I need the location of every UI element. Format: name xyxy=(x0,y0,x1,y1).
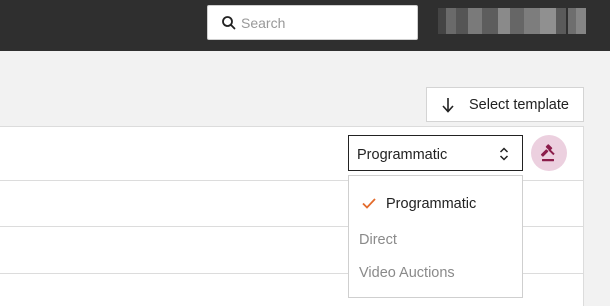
option-programmatic[interactable]: Programmatic xyxy=(349,190,522,218)
deal-type-selected-value: Programmatic xyxy=(357,147,448,163)
search-icon xyxy=(222,16,236,30)
top-navigation-bar xyxy=(0,0,610,51)
option-label: Programmatic xyxy=(386,196,477,212)
search-input[interactable] xyxy=(241,12,411,34)
deal-type-dropdown-menu: Programmatic Direct Video Auctions xyxy=(348,175,523,298)
select-template-button[interactable]: Select template xyxy=(426,87,584,122)
auction-button[interactable] xyxy=(531,135,567,171)
gavel-icon xyxy=(540,144,555,162)
option-direct[interactable]: Direct xyxy=(349,226,522,254)
option-video-auctions[interactable]: Video Auctions xyxy=(349,259,522,287)
check-icon xyxy=(362,198,376,209)
deal-type-select[interactable]: Programmatic xyxy=(348,135,523,171)
arrow-down-icon xyxy=(442,98,454,113)
search-box[interactable] xyxy=(207,5,418,40)
blurred-user-avatar[interactable] xyxy=(438,8,588,34)
chevron-up-down-icon xyxy=(499,147,509,161)
option-label: Video Auctions xyxy=(359,265,455,281)
option-label: Direct xyxy=(359,232,397,248)
select-template-label: Select template xyxy=(469,97,569,113)
